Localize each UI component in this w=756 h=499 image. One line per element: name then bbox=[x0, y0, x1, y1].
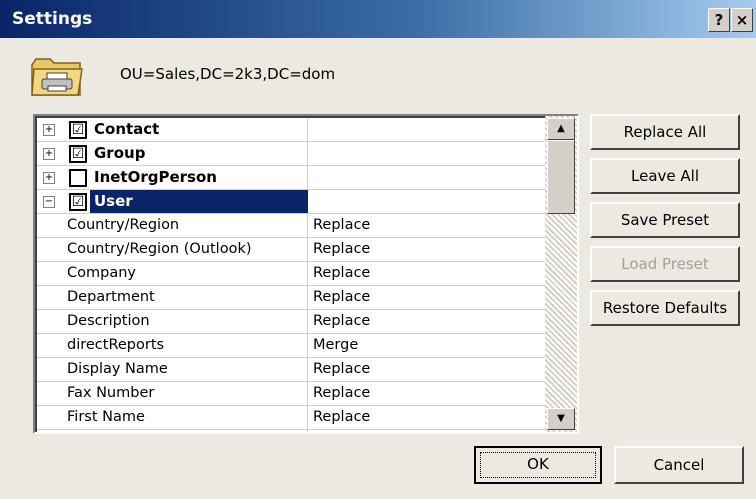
save-preset-button[interactable]: Save Preset bbox=[590, 202, 740, 238]
load-preset-button[interactable]: Load Preset bbox=[590, 246, 740, 282]
attribute-name: Country/Region (Outlook) bbox=[67, 241, 252, 257]
ok-button[interactable]: OK bbox=[474, 446, 602, 484]
attribute-row[interactable]: Company Replace bbox=[37, 262, 545, 286]
attribute-value[interactable]: Replace bbox=[313, 313, 370, 329]
attribute-row[interactable]: Fax Number Replace bbox=[37, 382, 545, 406]
expand-icon[interactable]: + bbox=[43, 172, 55, 184]
attribute-value[interactable]: Replace bbox=[313, 385, 370, 401]
attribute-row[interactable]: First Name Replace bbox=[37, 406, 545, 430]
leave-all-button[interactable]: Leave All bbox=[590, 158, 740, 194]
attribute-row[interactable]: Country/Region Replace bbox=[37, 214, 545, 238]
group-checkbox[interactable] bbox=[69, 169, 87, 187]
group-label: User bbox=[94, 192, 133, 210]
settings-grid[interactable]: + ☑ Contact + ☑ Group + InetOrgPerson − … bbox=[33, 114, 579, 434]
group-label: InetOrgPerson bbox=[94, 168, 217, 186]
scroll-down-button[interactable]: ▼ bbox=[547, 408, 575, 430]
attribute-value[interactable]: Replace bbox=[313, 217, 370, 233]
scroll-up-button[interactable]: ▲ bbox=[547, 118, 575, 140]
attribute-name: Description bbox=[67, 313, 150, 329]
group-label: Group bbox=[94, 144, 146, 162]
attribute-value[interactable]: Replace bbox=[313, 265, 370, 281]
attribute-name: Display Name bbox=[67, 361, 168, 377]
expand-icon[interactable]: + bbox=[43, 124, 55, 136]
group-row-contact[interactable]: + ☑ Contact bbox=[37, 118, 545, 142]
attribute-value[interactable]: Replace bbox=[313, 241, 370, 257]
selection-highlight: User bbox=[90, 190, 308, 213]
close-button[interactable]: × bbox=[731, 8, 753, 32]
attribute-row[interactable]: directReports Merge bbox=[37, 334, 545, 358]
attribute-value[interactable]: Replace bbox=[313, 409, 370, 425]
attribute-value[interactable]: Merge bbox=[313, 337, 358, 353]
group-label: Contact bbox=[94, 120, 160, 138]
attribute-row[interactable]: Description Replace bbox=[37, 310, 545, 334]
help-button[interactable]: ? bbox=[708, 8, 730, 32]
group-checkbox[interactable]: ☑ bbox=[69, 121, 87, 139]
group-row-user[interactable]: − ☑ User bbox=[37, 190, 545, 214]
attribute-name: First Name bbox=[67, 409, 145, 425]
attribute-name: Department bbox=[67, 289, 155, 305]
group-checkbox[interactable]: ☑ bbox=[69, 145, 87, 163]
folder-printer-icon bbox=[31, 58, 83, 96]
attribute-row[interactable]: Display Name Replace bbox=[37, 358, 545, 382]
replace-all-button[interactable]: Replace All bbox=[590, 114, 740, 150]
attribute-value[interactable]: Replace bbox=[313, 289, 370, 305]
group-checkbox[interactable]: ☑ bbox=[69, 193, 87, 211]
restore-defaults-button[interactable]: Restore Defaults bbox=[590, 290, 740, 326]
attribute-name: Company bbox=[67, 265, 136, 281]
vertical-scrollbar[interactable]: ▲ ▼ bbox=[545, 116, 577, 432]
cancel-button[interactable]: Cancel bbox=[614, 446, 744, 484]
focus-rectangle bbox=[480, 452, 596, 478]
attribute-value[interactable]: Replace bbox=[313, 361, 370, 377]
attribute-row[interactable]: Country/Region (Outlook) Replace bbox=[37, 238, 545, 262]
attribute-name: Fax Number bbox=[67, 385, 155, 401]
expand-icon[interactable]: + bbox=[43, 148, 55, 160]
window-title: Settings bbox=[12, 9, 93, 29]
attribute-name: directReports bbox=[67, 337, 165, 353]
scroll-thumb[interactable] bbox=[547, 140, 575, 214]
attribute-name: Country/Region bbox=[67, 217, 180, 233]
ou-path: OU=Sales,DC=2k3,DC=dom bbox=[120, 65, 336, 83]
title-bar[interactable]: Settings ? × bbox=[0, 0, 756, 38]
attribute-row[interactable]: Department Replace bbox=[37, 286, 545, 310]
group-row-inetorgperson[interactable]: + InetOrgPerson bbox=[37, 166, 545, 190]
grid-content: + ☑ Contact + ☑ Group + InetOrgPerson − … bbox=[35, 116, 545, 432]
settings-dialog: Settings ? × OU=Sales,DC=2k3,DC=dom + ☑ … bbox=[0, 0, 756, 499]
collapse-icon[interactable]: − bbox=[43, 196, 55, 208]
group-row-group[interactable]: + ☑ Group bbox=[37, 142, 545, 166]
